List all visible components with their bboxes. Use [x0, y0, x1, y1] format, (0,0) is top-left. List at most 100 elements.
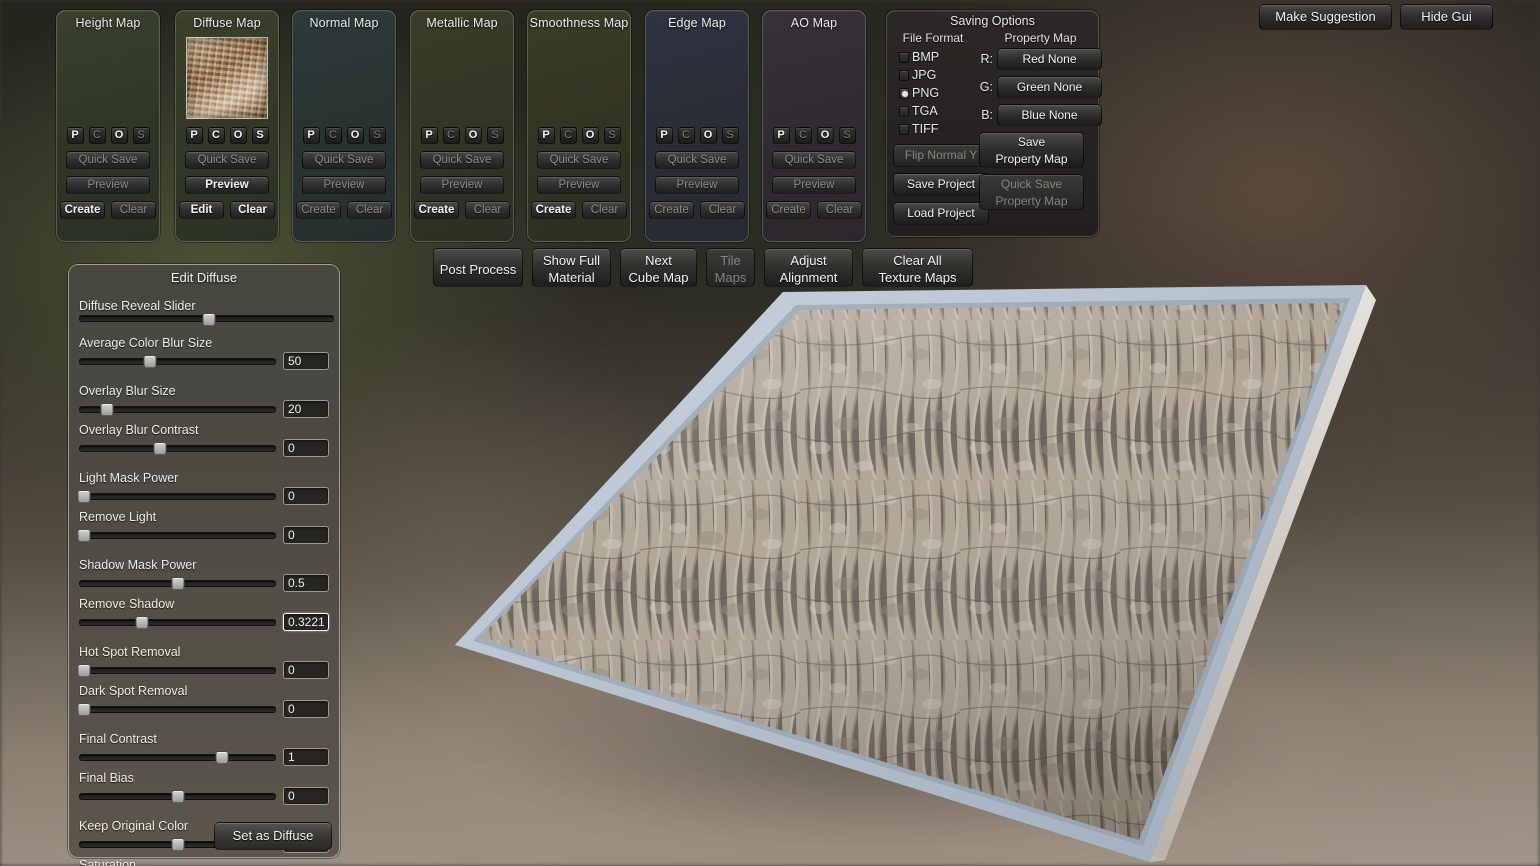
quick-save-button-metallic-map[interactable]: Quick Save — [420, 151, 504, 169]
clear-button-diffuse-map[interactable]: Clear — [230, 201, 275, 219]
hide-gui-button[interactable]: Hide Gui — [1400, 4, 1493, 30]
toggle-s-metallic-map[interactable]: S — [486, 127, 504, 144]
value-field-overlay-blur-contrast[interactable]: 0 — [283, 439, 329, 457]
preview-button-smoothness-map[interactable]: Preview — [537, 176, 621, 194]
toolbar-button-next-cube-map[interactable]: Next Cube Map — [620, 248, 697, 287]
toggle-o-ao-map[interactable]: O — [816, 127, 834, 144]
slider-diffuse-reveal-slider[interactable] — [79, 312, 334, 326]
channel-button-blue[interactable]: Blue None — [997, 104, 1102, 126]
quick-save-button-smoothness-map[interactable]: Quick Save — [537, 151, 621, 169]
radio-indicator-png[interactable] — [899, 87, 909, 99]
value-field-shadow-mask-power[interactable]: 0.5 — [283, 574, 329, 592]
toggle-s-diffuse-map[interactable]: S — [251, 127, 269, 144]
clear-button-smoothness-map[interactable]: Clear — [582, 201, 627, 219]
value-field-overlay-blur-size[interactable]: 20 — [283, 400, 329, 418]
flip-normal-y-button[interactable]: Flip Normal Y — [893, 144, 989, 167]
value-field-remove-shadow[interactable]: 0.3221 — [283, 613, 329, 631]
format-radio-png[interactable]: PNG — [893, 84, 973, 102]
slider-knob-remove-light[interactable] — [77, 529, 91, 542]
channel-button-red[interactable]: Red None — [997, 48, 1102, 70]
slider-knob-diffuse-reveal-slider[interactable] — [202, 312, 216, 326]
toggle-c-smoothness-map[interactable]: C — [559, 127, 577, 144]
slider-remove-light[interactable] — [77, 529, 276, 542]
preview-button-diffuse-map[interactable]: Preview — [185, 176, 269, 194]
slider-overlay-blur-size[interactable] — [79, 403, 276, 416]
toggle-s-ao-map[interactable]: S — [838, 127, 856, 144]
slider-knob-hot-spot-removal[interactable] — [77, 664, 91, 677]
create-button-smoothness-map[interactable]: Create — [531, 201, 576, 219]
slider-final-bias[interactable] — [79, 790, 276, 803]
toggle-p-metallic-map[interactable]: P — [420, 127, 438, 144]
create-button-metallic-map[interactable]: Create — [414, 201, 459, 219]
toggle-c-ao-map[interactable]: C — [794, 127, 812, 144]
slider-light-mask-power[interactable] — [77, 490, 276, 503]
clear-button-edge-map[interactable]: Clear — [700, 201, 745, 219]
slider-remove-shadow[interactable] — [79, 616, 276, 629]
load-project-button[interactable]: Load Project — [893, 202, 989, 225]
toggle-c-normal-map[interactable]: C — [324, 127, 342, 144]
preview-button-normal-map[interactable]: Preview — [302, 176, 386, 194]
value-field-hot-spot-removal[interactable]: 0 — [283, 661, 329, 679]
map-thumbnail-diffuse-map[interactable] — [186, 37, 268, 119]
slider-knob-overlay-blur-size[interactable] — [100, 403, 114, 416]
format-radio-jpg[interactable]: JPG — [893, 66, 973, 84]
slider-dark-spot-removal[interactable] — [77, 703, 276, 716]
toggle-c-edge-map[interactable]: C — [677, 127, 695, 144]
toggle-c-diffuse-map[interactable]: C — [207, 127, 225, 144]
value-field-remove-light[interactable]: 0 — [283, 526, 329, 544]
make-suggestion-button[interactable]: Make Suggestion — [1259, 4, 1392, 30]
value-field-final-bias[interactable]: 0 — [283, 787, 329, 805]
clear-button-metallic-map[interactable]: Clear — [465, 201, 510, 219]
format-radio-tiff[interactable]: TIFF — [893, 120, 973, 138]
toggle-s-smoothness-map[interactable]: S — [603, 127, 621, 144]
toggle-o-height-map[interactable]: O — [110, 127, 128, 144]
radio-indicator-tga[interactable] — [899, 105, 909, 117]
toggle-p-normal-map[interactable]: P — [302, 127, 320, 144]
toolbar-button-adjust-alignment[interactable]: Adjust Alignment — [764, 248, 853, 287]
slider-hot-spot-removal[interactable] — [77, 664, 276, 677]
toggle-o-smoothness-map[interactable]: O — [581, 127, 599, 144]
quick-save-property-map-button[interactable]: Quick Save Property Map — [979, 174, 1084, 210]
save-property-map-button[interactable]: Save Property Map — [979, 132, 1084, 168]
slider-final-contrast[interactable] — [79, 751, 276, 764]
preview-button-metallic-map[interactable]: Preview — [420, 176, 504, 194]
toggle-o-metallic-map[interactable]: O — [464, 127, 482, 144]
quick-save-button-normal-map[interactable]: Quick Save — [302, 151, 386, 169]
preview-button-height-map[interactable]: Preview — [66, 176, 150, 194]
quick-save-button-diffuse-map[interactable]: Quick Save — [185, 151, 269, 169]
slider-knob-light-mask-power[interactable] — [77, 490, 91, 503]
slider-knob-overlay-blur-contrast[interactable] — [153, 442, 167, 455]
create-button-edge-map[interactable]: Create — [649, 201, 694, 219]
save-project-button[interactable]: Save Project — [893, 173, 989, 196]
toggle-p-smoothness-map[interactable]: P — [537, 127, 555, 144]
toggle-p-diffuse-map[interactable]: P — [185, 127, 203, 144]
slider-knob-keep-original-color[interactable] — [171, 838, 184, 851]
value-field-final-contrast[interactable]: 1 — [283, 748, 329, 766]
toggle-s-height-map[interactable]: S — [132, 127, 150, 144]
toolbar-button-post-process[interactable]: Post Process — [433, 248, 523, 287]
toggle-c-height-map[interactable]: C — [88, 127, 106, 144]
set-as-diffuse-button[interactable]: Set as Diffuse — [214, 822, 332, 850]
slider-knob-remove-shadow[interactable] — [135, 616, 149, 629]
toggle-p-height-map[interactable]: P — [66, 127, 84, 144]
toggle-o-diffuse-map[interactable]: O — [229, 127, 247, 144]
radio-indicator-bmp[interactable] — [899, 51, 909, 63]
create-button-height-map[interactable]: Create — [60, 201, 105, 219]
slider-shadow-mask-power[interactable] — [79, 577, 276, 590]
create-button-ao-map[interactable]: Create — [766, 201, 811, 219]
toggle-o-normal-map[interactable]: O — [346, 127, 364, 144]
preview-button-edge-map[interactable]: Preview — [655, 176, 739, 194]
slider-knob-dark-spot-removal[interactable] — [77, 703, 91, 716]
clear-button-height-map[interactable]: Clear — [111, 201, 156, 219]
edit-button-diffuse-map[interactable]: Edit — [179, 201, 224, 219]
radio-indicator-tiff[interactable] — [899, 123, 909, 135]
toggle-c-metallic-map[interactable]: C — [442, 127, 460, 144]
format-radio-bmp[interactable]: BMP — [893, 48, 973, 66]
toolbar-button-show-full-material[interactable]: Show Full Material — [532, 248, 611, 287]
value-field-average-color-blur-size[interactable]: 50 — [283, 352, 329, 370]
format-radio-tga[interactable]: TGA — [893, 102, 973, 120]
value-field-light-mask-power[interactable]: 0 — [283, 487, 329, 505]
create-button-normal-map[interactable]: Create — [296, 201, 341, 219]
toggle-p-edge-map[interactable]: P — [655, 127, 673, 144]
slider-knob-final-bias[interactable] — [171, 790, 184, 803]
